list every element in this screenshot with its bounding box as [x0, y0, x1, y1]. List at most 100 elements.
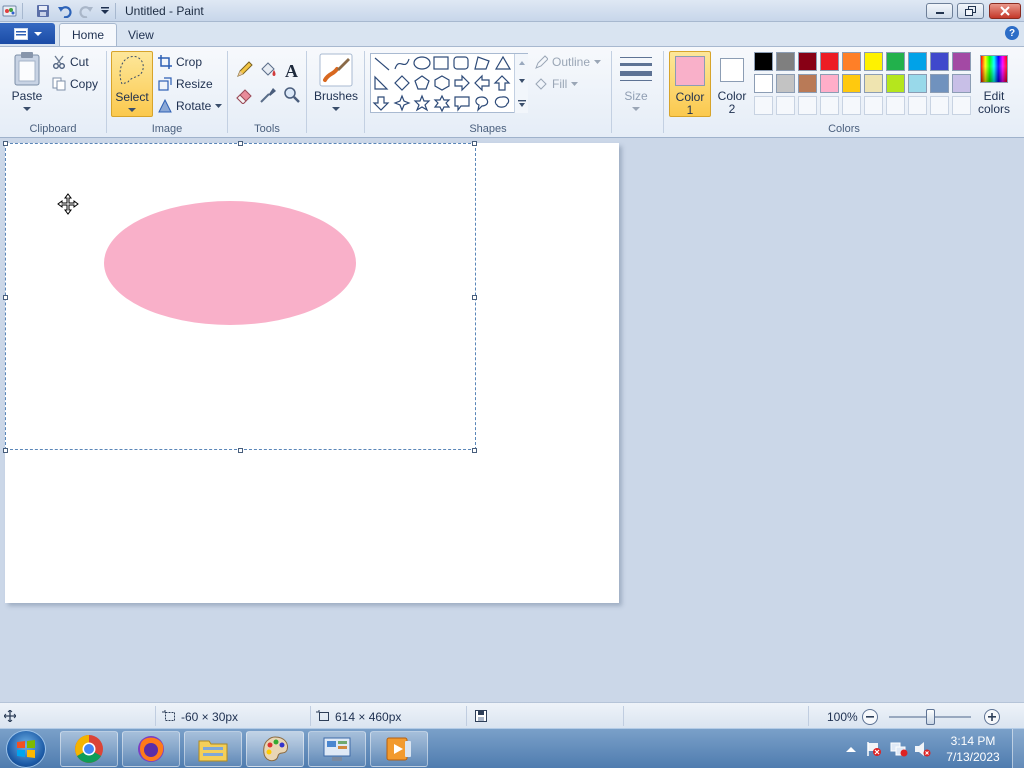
restore-button[interactable]: [957, 3, 984, 19]
explorer-taskbar-button[interactable]: [184, 731, 242, 767]
resize-handle[interactable]: [472, 141, 477, 146]
resize-handle[interactable]: [238, 141, 243, 146]
show-desktop-button[interactable]: [1012, 729, 1024, 768]
shapes-group-label: Shapes: [469, 123, 507, 135]
palette-swatch[interactable]: [842, 74, 861, 93]
palette-swatch[interactable]: [776, 52, 795, 71]
resize-button[interactable]: Resize: [158, 75, 213, 93]
palette-swatch[interactable]: [908, 52, 927, 71]
palette-swatch[interactable]: [886, 52, 905, 71]
palette-swatch[interactable]: [820, 74, 839, 93]
network-icon[interactable]: [890, 741, 908, 757]
media-player-taskbar-button[interactable]: [370, 731, 428, 767]
select-button[interactable]: Select: [111, 51, 153, 117]
paste-button[interactable]: Paste: [8, 51, 46, 115]
resize-handle[interactable]: [3, 141, 8, 146]
color2-button[interactable]: Color 2: [713, 51, 751, 117]
brushes-button[interactable]: Brushes: [313, 51, 359, 117]
palette-swatch[interactable]: [908, 74, 927, 93]
resize-handle[interactable]: [3, 295, 8, 300]
volume-icon[interactable]: [914, 741, 932, 757]
disk-icon: [475, 710, 487, 722]
start-button[interactable]: [6, 730, 46, 768]
zoom-out-button[interactable]: [862, 709, 878, 725]
show-hidden-icons-icon[interactable]: [846, 745, 856, 753]
action-center-icon[interactable]: [866, 741, 882, 757]
text-icon[interactable]: A: [281, 59, 302, 80]
palette-swatch[interactable]: [754, 74, 773, 93]
edit-colors-button[interactable]: Edit colors: [974, 51, 1014, 117]
size-button[interactable]: Size: [616, 51, 656, 117]
palette-swatch[interactable]: [886, 74, 905, 93]
resize-icon: [158, 77, 172, 91]
pencil-icon[interactable]: [233, 59, 254, 80]
eraser-icon[interactable]: [233, 84, 254, 105]
close-button[interactable]: [989, 3, 1021, 19]
outline-button[interactable]: Outline: [534, 53, 602, 71]
palette-swatch[interactable]: [776, 74, 795, 93]
shapes-scrollbar[interactable]: [514, 54, 528, 113]
fill-button[interactable]: Fill: [534, 75, 579, 93]
help-icon[interactable]: ?: [1005, 26, 1019, 40]
palette-swatch[interactable]: [864, 52, 883, 71]
tab-view[interactable]: View: [116, 23, 166, 46]
status-bar: -60 × 30px 614 × 460px 100%: [0, 702, 1024, 728]
fill-bucket-icon[interactable]: [257, 59, 278, 80]
save-icon[interactable]: [35, 3, 51, 19]
zoom-slider-thumb[interactable]: [925, 709, 935, 725]
chrome-icon: [75, 735, 103, 763]
zoom-in-button[interactable]: [984, 709, 1000, 725]
control-panel-taskbar-button[interactable]: [308, 731, 366, 767]
rotate-button[interactable]: Rotate: [158, 97, 223, 115]
cursor-position-icon: [4, 710, 16, 722]
resize-handle[interactable]: [238, 448, 243, 453]
palette-swatch[interactable]: [820, 52, 839, 71]
customize-toolbar-icon[interactable]: [97, 3, 113, 19]
system-clock[interactable]: 3:14 PM 7/13/2023: [944, 733, 1002, 765]
palette-swatch[interactable]: [864, 74, 883, 93]
custom-color-slot[interactable]: [908, 96, 927, 115]
copy-button[interactable]: Copy: [52, 75, 98, 93]
crop-button[interactable]: Crop: [158, 53, 202, 71]
custom-color-slot[interactable]: [820, 96, 839, 115]
selection-rectangle[interactable]: [3, 141, 477, 453]
paint-menu-button[interactable]: [0, 23, 55, 44]
palette-swatch[interactable]: [930, 52, 949, 71]
resize-handle[interactable]: [472, 295, 477, 300]
color-picker-icon[interactable]: [257, 84, 278, 105]
palette-swatch[interactable]: [952, 52, 971, 71]
cut-label: Cut: [70, 55, 89, 69]
tab-home[interactable]: Home: [59, 23, 118, 46]
custom-color-slot[interactable]: [952, 96, 971, 115]
undo-icon[interactable]: [57, 3, 73, 19]
paint-taskbar-button[interactable]: [246, 731, 304, 767]
chrome-taskbar-button[interactable]: [60, 731, 118, 767]
palette-swatch[interactable]: [930, 74, 949, 93]
palette-swatch[interactable]: [798, 74, 817, 93]
palette-swatch[interactable]: [798, 52, 817, 71]
custom-color-slot[interactable]: [842, 96, 861, 115]
custom-color-slot[interactable]: [864, 96, 883, 115]
palette-swatch[interactable]: [842, 52, 861, 71]
custom-color-slot[interactable]: [930, 96, 949, 115]
color1-button[interactable]: Color 1: [669, 51, 711, 117]
custom-color-slot[interactable]: [754, 96, 773, 115]
palette-swatch[interactable]: [952, 74, 971, 93]
custom-color-slot[interactable]: [776, 96, 795, 115]
canvas-size-icon: [316, 710, 329, 721]
magnifier-icon[interactable]: [281, 84, 302, 105]
resize-handle[interactable]: [3, 448, 8, 453]
line-size-icon: [620, 57, 652, 81]
crop-icon: [158, 55, 172, 69]
custom-color-slot[interactable]: [798, 96, 817, 115]
palette-swatch[interactable]: [754, 52, 773, 71]
minimize-button[interactable]: [926, 3, 953, 19]
plus-icon: [988, 713, 996, 721]
firefox-taskbar-button[interactable]: [122, 731, 180, 767]
resize-handle[interactable]: [472, 448, 477, 453]
custom-color-slot[interactable]: [886, 96, 905, 115]
drawing-canvas[interactable]: [3, 141, 619, 603]
redo-icon[interactable]: [78, 3, 94, 19]
cut-button[interactable]: Cut: [52, 53, 89, 71]
paint-app-icon[interactable]: [2, 3, 18, 19]
